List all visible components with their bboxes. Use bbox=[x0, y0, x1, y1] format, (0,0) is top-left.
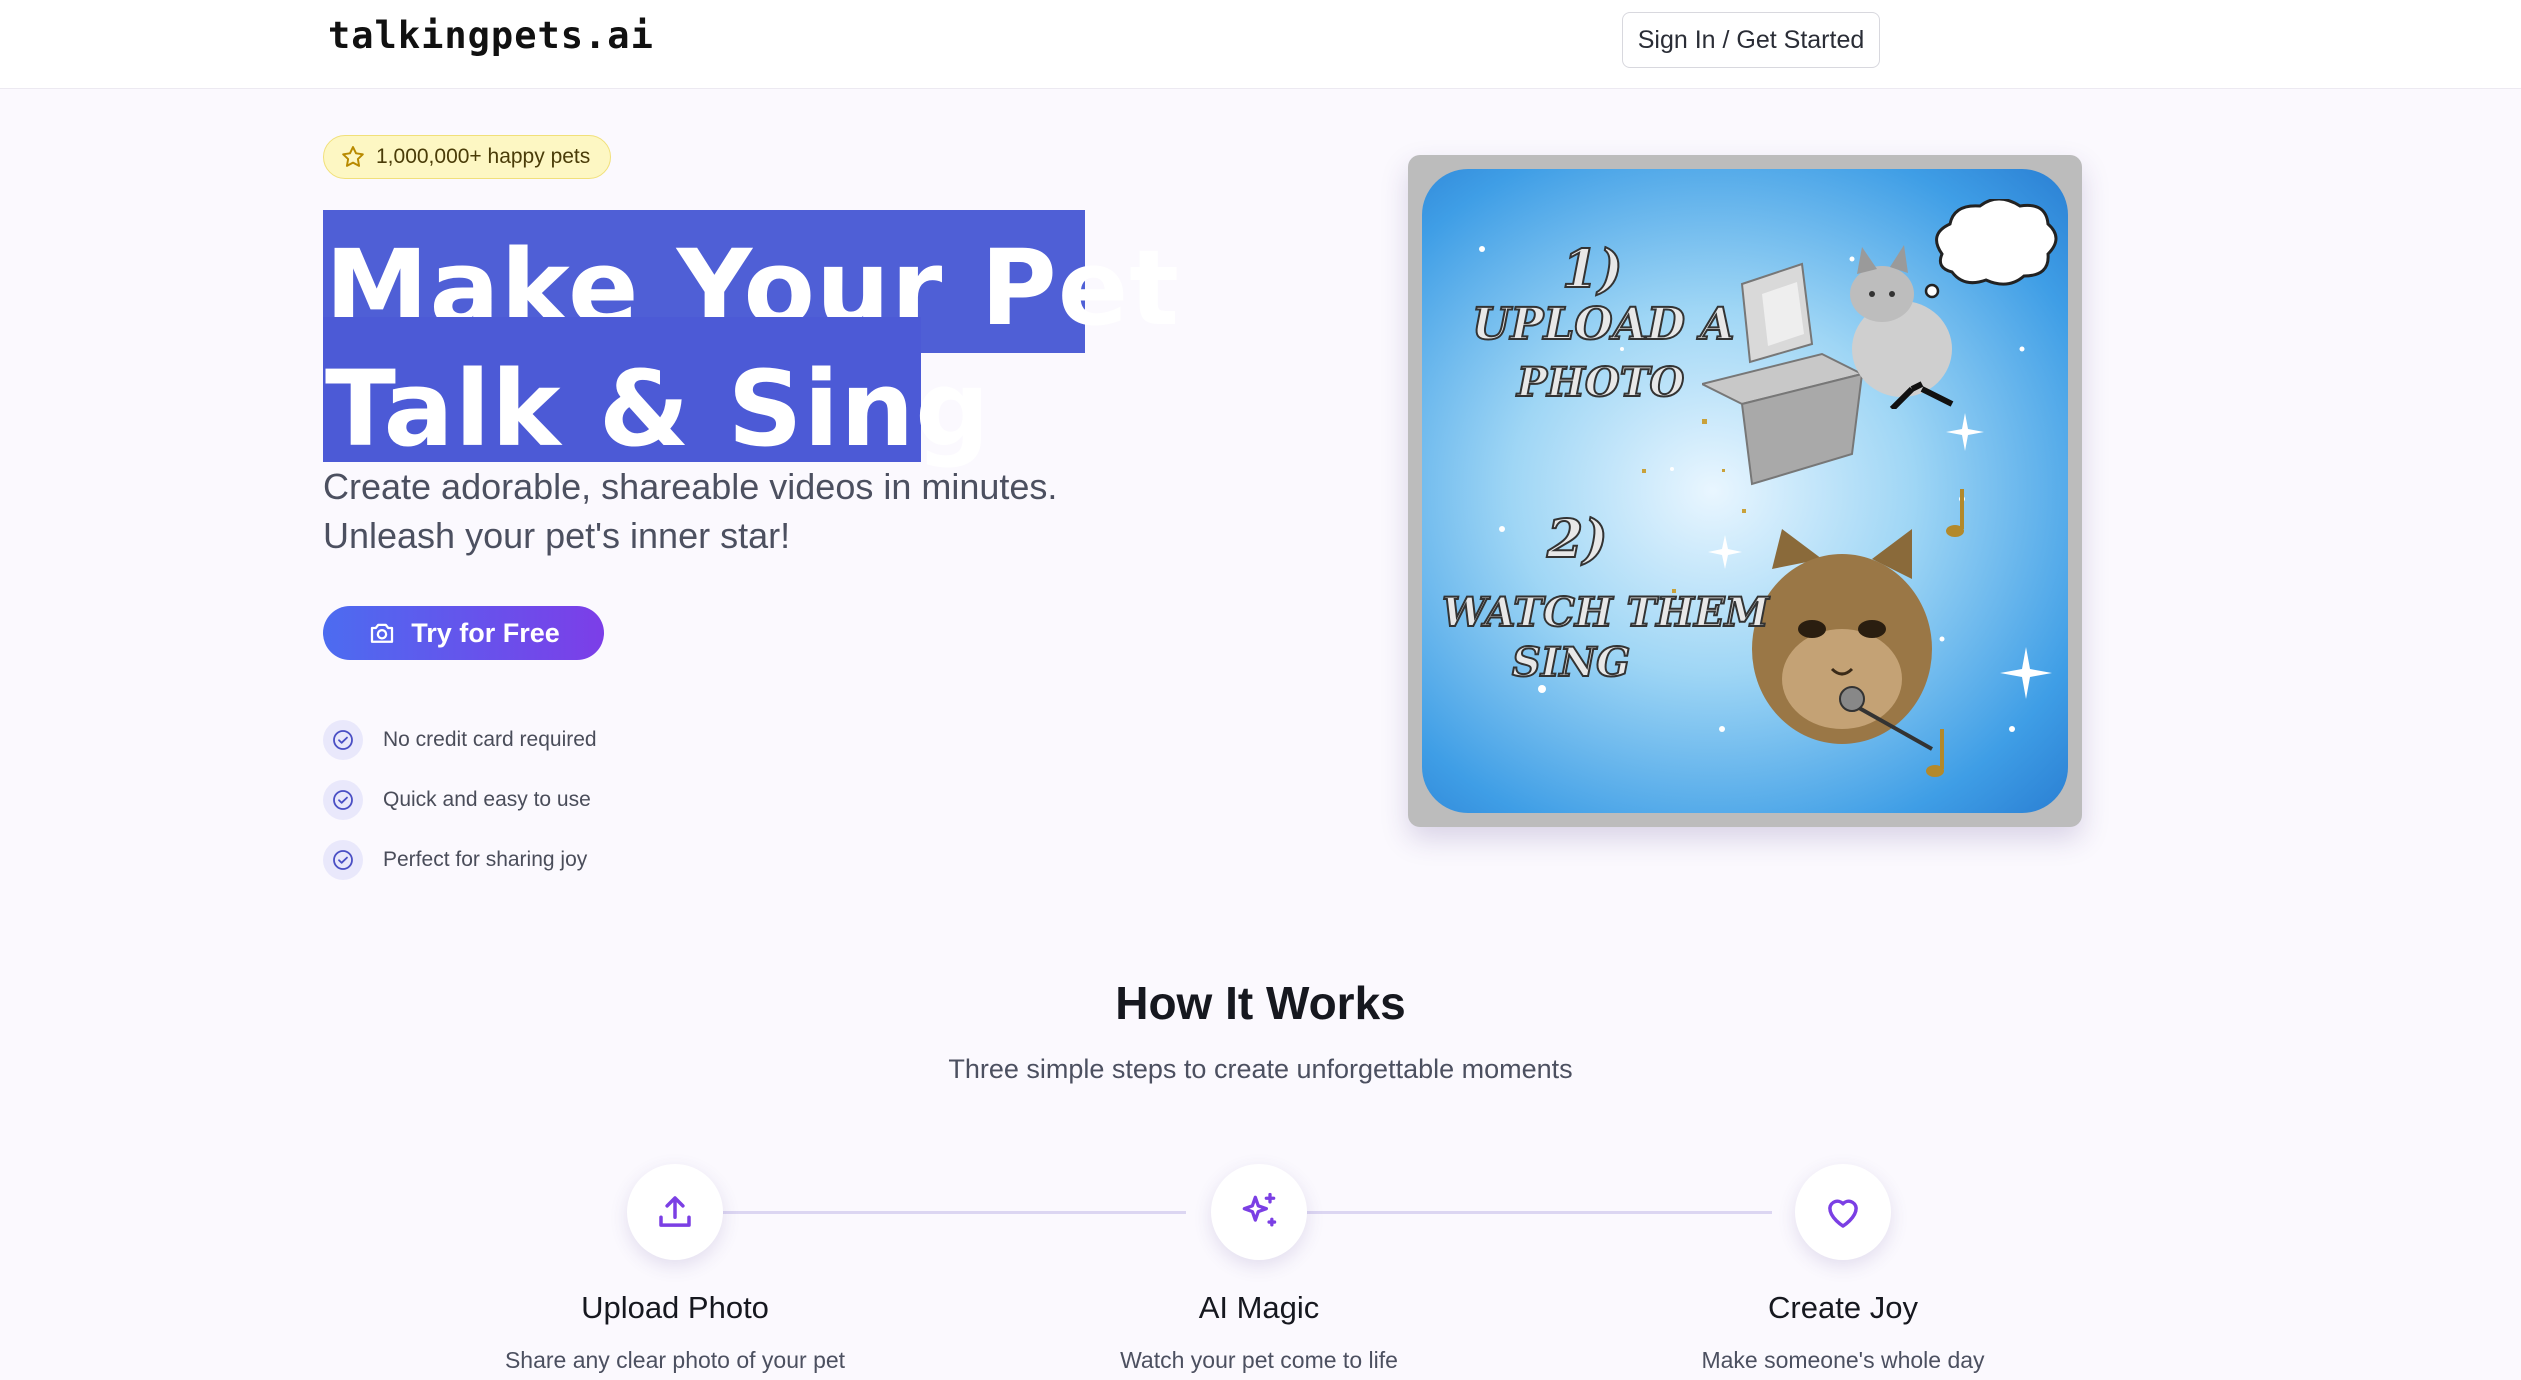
star-icon bbox=[342, 146, 364, 167]
step-upload bbox=[627, 1164, 723, 1260]
step-title: AI Magic bbox=[1198, 1290, 1320, 1325]
check-circle-icon bbox=[323, 780, 363, 820]
image-step2-line1: WATCH THEM bbox=[1441, 588, 1770, 637]
step-connector bbox=[723, 1211, 1186, 1214]
image-step1-number: 1) bbox=[1561, 238, 1624, 301]
check-text: No credit card required bbox=[383, 728, 597, 751]
image-step1-line1: UPLOAD A bbox=[1471, 298, 1735, 351]
check-item: No credit card required bbox=[323, 720, 597, 760]
check-text: Perfect for sharing joy bbox=[383, 848, 588, 871]
step-title: Upload Photo bbox=[581, 1290, 769, 1325]
check-circle-icon bbox=[323, 720, 363, 760]
camera-icon bbox=[371, 623, 394, 643]
upload-icon bbox=[659, 1196, 691, 1227]
site-header: talkingpets.ai Sign In / Get Started bbox=[0, 0, 2521, 89]
step-desc: Watch your pet come to life bbox=[1120, 1347, 1398, 1373]
image-step2-line2: SING bbox=[1511, 638, 1631, 687]
step-desc: Share any clear photo of your pet bbox=[504, 1347, 846, 1373]
how-it-works-title: How It Works bbox=[1115, 977, 1406, 1029]
heart-icon bbox=[1828, 1199, 1858, 1228]
cta-label: Try for Free bbox=[411, 617, 560, 648]
image-sky-background: 1) UPLOAD A PHOTO 2) WATCH THEM SING bbox=[1422, 169, 2068, 813]
image-step2-number: 2) bbox=[1546, 508, 1609, 571]
hero-demo-image: 1) UPLOAD A PHOTO 2) WATCH THEM SING bbox=[1408, 155, 2082, 827]
headline-line-2: Talk & Sing bbox=[323, 317, 990, 462]
sparkles-icon bbox=[1242, 1192, 1277, 1227]
step-create-joy bbox=[1795, 1164, 1891, 1260]
image-step1-line2: PHOTO bbox=[1516, 358, 1685, 407]
hero-subtitle: Create adorable, shareable videos in min… bbox=[323, 462, 1123, 560]
typing-cat bbox=[1850, 245, 1954, 409]
check-circle-icon bbox=[323, 840, 363, 880]
step-title: Create Joy bbox=[1768, 1290, 1918, 1325]
singing-cat-head bbox=[1752, 529, 1933, 751]
check-item: Perfect for sharing joy bbox=[323, 840, 587, 880]
step-ai-magic bbox=[1211, 1164, 1307, 1260]
subtitle-line-2: Unleash your pet's inner star! bbox=[323, 515, 791, 556]
how-it-works-subtitle: Three simple steps to create unforgettab… bbox=[948, 1054, 1573, 1084]
check-text: Quick and easy to use bbox=[383, 788, 591, 811]
badge-text: 1,000,000+ happy pets bbox=[376, 145, 591, 168]
logo[interactable]: talkingpets.ai bbox=[328, 14, 654, 57]
check-item: Quick and easy to use bbox=[323, 780, 591, 820]
step-connector bbox=[1307, 1211, 1772, 1214]
try-for-free-button[interactable]: Try for Free bbox=[323, 606, 604, 660]
step-desc: Make someone's whole day bbox=[1701, 1347, 1985, 1373]
happy-pets-badge: 1,000,000+ happy pets bbox=[323, 135, 611, 179]
subtitle-line-1: Create adorable, shareable videos in min… bbox=[323, 466, 1058, 507]
sign-in-button[interactable]: Sign In / Get Started bbox=[1622, 12, 1880, 68]
